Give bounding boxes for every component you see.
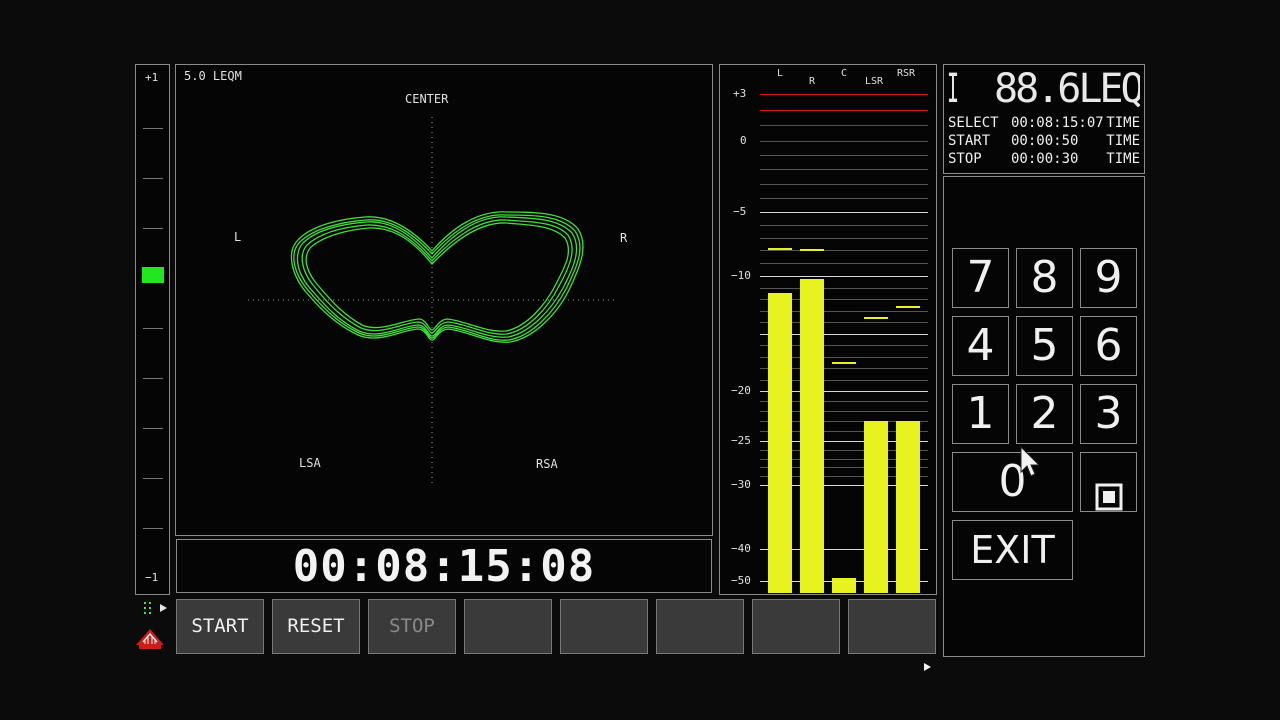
phase-meter-tick (143, 128, 163, 129)
scale-gridline (760, 94, 928, 95)
scale-label: −40 (731, 542, 751, 555)
scale-gridline (760, 110, 928, 111)
peak-hold-rsr (896, 306, 920, 308)
scale-label: −20 (731, 384, 751, 397)
scale-label: −30 (731, 478, 751, 491)
level-bar-rsr (896, 421, 920, 593)
phase-meter-indicator (142, 267, 164, 283)
key-3[interactable]: 3 (1080, 384, 1137, 444)
channel-label: C (841, 68, 848, 79)
phase-meter-tick (143, 328, 163, 329)
function-button-5[interactable] (560, 599, 648, 654)
scope-trace (290, 211, 584, 343)
next-page-icon[interactable] (922, 640, 932, 671)
function-button-7[interactable] (752, 599, 840, 654)
peak-hold-lsr (864, 317, 888, 319)
scale-label: −50 (731, 574, 751, 587)
phase-meter-top-label: +1 (145, 71, 159, 84)
channel-label: L (777, 68, 784, 79)
start-button[interactable]: START (176, 599, 264, 654)
phase-meter-tick (143, 428, 163, 429)
stop-time-row: STOP 00:00:30 TIME (948, 151, 1140, 168)
level-bar-c (832, 578, 856, 593)
row-suffix: TIME (1106, 151, 1140, 167)
key-7[interactable]: 7 (952, 248, 1009, 308)
mode-indicator: I (947, 66, 960, 112)
scale-gridline (760, 250, 928, 251)
phase-meter-tick (143, 528, 163, 529)
leq-number: 88.6 (994, 66, 1081, 112)
key-0[interactable]: 0 (952, 452, 1073, 512)
enter-key[interactable] (1080, 452, 1137, 512)
scale-label: −25 (731, 434, 751, 447)
function-button-8[interactable] (848, 599, 936, 671)
channel-label: RSR (897, 68, 916, 79)
scale-gridline (760, 288, 928, 289)
scale-gridline (760, 155, 928, 156)
level-bar-l (768, 293, 792, 593)
row-label: START (948, 133, 991, 149)
brand-logo-icon (133, 625, 167, 651)
select-time-row: SELECT 00:08:15:07 TIME (948, 115, 1140, 132)
row-label: SELECT (948, 115, 999, 131)
channel-label: LSR (865, 76, 884, 87)
start-time-row: START 00:00:50 TIME (948, 133, 1140, 150)
scale-gridline (760, 238, 928, 239)
function-button-4[interactable] (464, 599, 552, 654)
leq-value: 88.6LEQM (994, 66, 1140, 112)
key-9[interactable]: 9 (1080, 248, 1137, 308)
scale-label: −5 (733, 205, 747, 218)
channel-level-meter: L R C LSR RSR +3 0 −5 −10 −20 −25 −30 −4… (719, 64, 937, 595)
phase-meter-tick (143, 228, 163, 229)
surround-scope: 5.0 LEQM CENTER L R LSA RSA (175, 64, 713, 536)
level-bar-r (800, 279, 824, 593)
peak-hold-l (768, 248, 792, 250)
key-4[interactable]: 4 (952, 316, 1009, 376)
scale-gridline (760, 198, 928, 199)
mouse-cursor-icon (1020, 445, 1041, 478)
scale-gridline (760, 212, 928, 213)
scale-gridline (760, 263, 928, 264)
key-2[interactable]: 2 (1016, 384, 1073, 444)
scale-label: +3 (733, 87, 747, 100)
row-time: 00:08:15:07 (1011, 115, 1104, 131)
phase-meter-tick (143, 178, 163, 179)
peak-hold-c (832, 362, 856, 364)
leq-unit: LEQM (1078, 66, 1140, 112)
key-6[interactable]: 6 (1080, 316, 1137, 376)
exit-button[interactable]: EXIT (952, 520, 1073, 580)
phase-meter-tick (143, 478, 163, 479)
scale-gridline (760, 125, 928, 126)
row-suffix: TIME (1106, 133, 1140, 149)
function-button-6[interactable] (656, 599, 744, 654)
scale-gridline (760, 169, 928, 170)
key-1[interactable]: 1 (952, 384, 1009, 444)
row-time: 00:00:30 (1011, 151, 1079, 167)
channel-label: R (809, 76, 816, 87)
elapsed-timecode: 00:08:15:08 (176, 539, 712, 593)
scale-gridline (760, 184, 928, 185)
scale-gridline (760, 141, 928, 142)
reset-button[interactable]: RESET (272, 599, 360, 654)
scale-label: 0 (740, 134, 747, 147)
phase-meter-bottom-label: −1 (145, 571, 159, 584)
key-8[interactable]: 8 (1016, 248, 1073, 308)
row-suffix: TIME (1106, 115, 1140, 131)
scale-label: −10 (731, 269, 751, 282)
key-5[interactable]: 5 (1016, 316, 1073, 376)
scale-gridline (760, 225, 928, 226)
stop-button[interactable]: STOP (368, 599, 456, 654)
phase-meter-tick (143, 378, 163, 379)
channel-select-icon[interactable] (142, 601, 172, 617)
scope-plot (248, 117, 616, 485)
level-bar-lsr (864, 421, 888, 593)
stop-square-icon (1095, 468, 1123, 511)
scale-gridline (760, 276, 928, 277)
row-label: STOP (948, 151, 982, 167)
phase-meter: +1 −1 (135, 64, 170, 595)
peak-hold-r (800, 249, 824, 251)
row-time: 00:00:50 (1011, 133, 1079, 149)
